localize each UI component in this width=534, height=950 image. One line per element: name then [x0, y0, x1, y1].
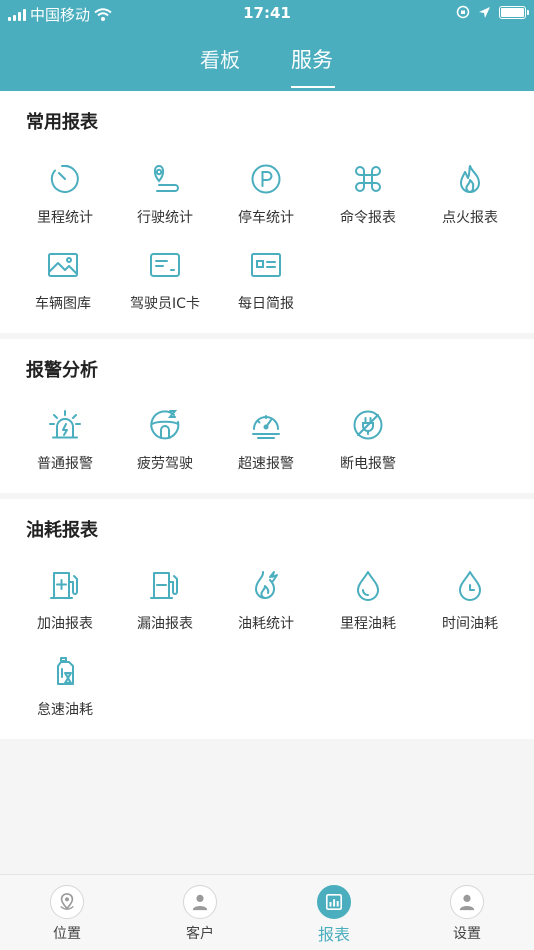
oil-bottle-icon — [57, 657, 74, 685]
customer-icon — [192, 894, 208, 911]
item-label: 加油报表 — [37, 616, 93, 632]
report-daily-brief[interactable]: 每日简报 — [215, 249, 317, 329]
drop-clock-icon — [459, 571, 481, 601]
item-label: 超速报警 — [238, 456, 294, 472]
card-icon — [150, 253, 180, 277]
fuel-leak-icon — [150, 572, 178, 599]
header: 中国移动 17:41 看板 服务 — [0, 0, 534, 91]
section-title: 油耗报表 — [26, 520, 98, 541]
fuel-time-consumption[interactable]: 时间油耗 — [419, 569, 521, 649]
alarm-fatigue-driving[interactable]: 疲劳驾驶 — [114, 409, 216, 489]
nav-location[interactable]: 位置 — [22, 883, 112, 943]
item-label: 怠速油耗 — [37, 702, 93, 718]
fuel-refuel-report[interactable]: 加油报表 — [14, 569, 116, 649]
item-label: 每日简报 — [238, 296, 294, 312]
tab-underline — [291, 86, 335, 88]
item-label: 断电报警 — [340, 456, 396, 472]
report-ignition[interactable]: 点火报表 — [419, 163, 521, 243]
fuel-idle-consumption[interactable]: 怠速油耗 — [14, 655, 116, 735]
section-alarm-analysis: 报警分析 普通报警 疲劳驾驶 超速报警 断电报警 — [0, 339, 534, 493]
location-arrow-icon — [479, 6, 490, 18]
location-icon — [60, 893, 74, 910]
flame-icon — [460, 165, 480, 193]
nav-icon-circle — [50, 885, 84, 919]
nav-reports[interactable]: 报表 — [289, 883, 379, 944]
nav-icon-circle — [183, 885, 217, 919]
item-label: 命令报表 — [340, 210, 396, 226]
nav-customers[interactable]: 客户 — [155, 883, 245, 943]
report-chart-icon — [325, 893, 343, 911]
report-driver-ic-card[interactable]: 驾驶员IC卡 — [114, 249, 216, 329]
item-label: 停车统计 — [238, 210, 294, 226]
fuel-mileage-consumption[interactable]: 里程油耗 — [317, 569, 419, 649]
power-off-icon — [353, 410, 383, 440]
item-label: 油耗统计 — [238, 616, 294, 632]
report-vehicle-gallery[interactable]: 车辆图库 — [12, 249, 114, 329]
item-label: 里程油耗 — [340, 616, 396, 632]
drop-icon — [357, 571, 379, 601]
rotation-lock-icon — [456, 5, 470, 19]
nav-label: 设置 — [453, 926, 481, 942]
section-title: 报警分析 — [26, 360, 98, 381]
alarm-normal[interactable]: 普通报警 — [14, 409, 116, 489]
report-parking[interactable]: 停车统计 — [215, 163, 317, 243]
nav-label: 位置 — [53, 926, 81, 942]
report-driving[interactable]: 行驶统计 — [114, 163, 216, 243]
item-label: 驾驶员IC卡 — [130, 296, 200, 312]
parking-icon — [251, 164, 281, 194]
alarm-overspeed[interactable]: 超速报警 — [215, 409, 317, 489]
fuel-consumption-stats[interactable]: 油耗统计 — [215, 569, 317, 649]
fuel-fire-icon — [255, 571, 278, 599]
route-pin-icon — [153, 164, 179, 192]
fuel-add-icon — [50, 572, 78, 599]
status-bar: 中国移动 17:41 — [0, 0, 534, 28]
alarm-power-off[interactable]: 断电报警 — [317, 409, 419, 489]
nav-icon-circle — [317, 885, 351, 919]
item-label: 里程统计 — [37, 210, 93, 226]
item-label: 时间油耗 — [442, 616, 498, 632]
timer-icon — [50, 165, 79, 193]
item-label: 点火报表 — [442, 210, 498, 226]
steering-wheel-icon — [150, 410, 180, 440]
tab-services[interactable]: 服务 — [291, 44, 333, 74]
section-common-reports: 常用报表 里程统计 行驶统计 停车统计 命令报表 点火报表 车辆图库 驾驶员IC… — [0, 91, 534, 333]
alarm-light-icon — [49, 410, 81, 439]
item-label: 普通报警 — [37, 456, 93, 472]
section-title: 常用报表 — [26, 112, 98, 133]
item-label: 行驶统计 — [137, 210, 193, 226]
battery-icon — [499, 5, 529, 19]
top-tabs: 看板 服务 — [0, 40, 534, 90]
command-icon — [355, 166, 381, 192]
nav-settings[interactable]: 设置 — [422, 883, 512, 943]
item-label: 疲劳驾驶 — [137, 456, 193, 472]
nav-icon-circle — [450, 885, 484, 919]
nav-label: 客户 — [186, 926, 214, 942]
fuel-leak-report[interactable]: 漏油报表 — [114, 569, 216, 649]
item-label: 漏油报表 — [137, 616, 193, 632]
tab-dashboard[interactable]: 看板 — [200, 44, 240, 73]
settings-user-icon — [459, 894, 475, 911]
status-time: 17:41 — [243, 4, 291, 22]
speedometer-icon — [252, 415, 280, 439]
id-card-icon — [251, 253, 281, 277]
report-command[interactable]: 命令报表 — [317, 163, 419, 243]
report-mileage[interactable]: 里程统计 — [14, 163, 116, 243]
image-icon — [48, 253, 78, 277]
section-fuel-reports: 油耗报表 加油报表 漏油报表 油耗统计 里程油耗 时间油耗 怠速油耗 — [0, 499, 534, 739]
nav-label: 报表 — [317, 925, 350, 944]
bottom-nav: 位置 客户 报表 设置 — [0, 874, 534, 950]
item-label: 车辆图库 — [35, 296, 91, 312]
